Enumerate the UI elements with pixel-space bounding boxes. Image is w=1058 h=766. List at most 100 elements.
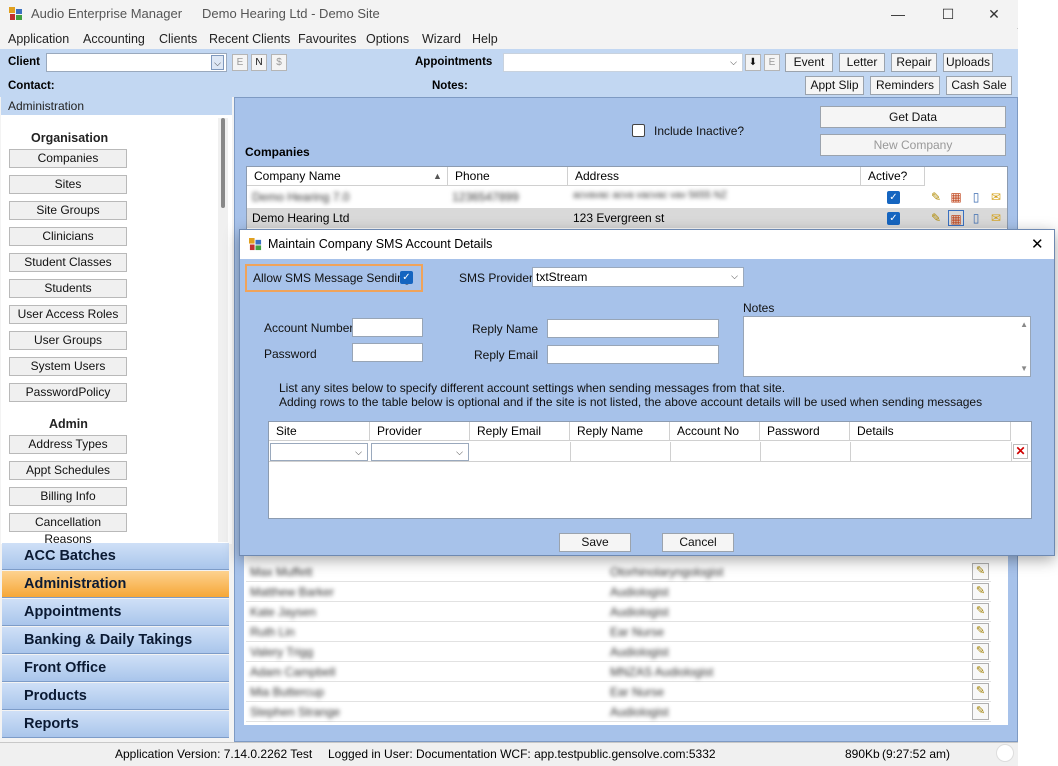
delete-row-icon[interactable]: ✕: [1013, 444, 1028, 459]
uploads-button[interactable]: Uploads: [943, 53, 993, 72]
appointments-select[interactable]: ⌵: [503, 53, 743, 72]
appointments-e-button[interactable]: E: [764, 54, 780, 71]
reminders-button[interactable]: Reminders: [870, 76, 940, 95]
table-row[interactable]: Demo Hearing 7.0 1236547899 acvavac acva…: [247, 187, 1007, 207]
menu-clients[interactable]: Clients: [159, 32, 197, 46]
menu-options[interactable]: Options: [366, 32, 409, 46]
phone-icon[interactable]: ▯: [968, 210, 984, 226]
table-row[interactable]: Demo Hearing Ltd 123 Evergreen st ✓: [247, 208, 1007, 228]
sidebar-item-student-classes[interactable]: Student Classes: [9, 253, 127, 272]
sidebar-item-user-groups[interactable]: User Groups: [9, 331, 127, 350]
col-details[interactable]: Details: [850, 422, 1011, 441]
minimize-button[interactable]: —: [888, 4, 908, 24]
edit-pencil-icon[interactable]: ✎: [972, 583, 989, 600]
calendar-icon[interactable]: ▦: [948, 189, 964, 205]
edit-pencil-icon[interactable]: ✎: [972, 643, 989, 660]
col-password[interactable]: Password: [760, 422, 850, 441]
col-company-name[interactable]: Company Name: [247, 167, 448, 186]
client-n-button[interactable]: N: [251, 54, 267, 71]
sidebar-item-sites[interactable]: Sites: [9, 175, 127, 194]
nav-appointments[interactable]: Appointments: [2, 599, 229, 626]
active-checkbox[interactable]: ✓: [887, 212, 900, 225]
envelope-icon[interactable]: ✉: [988, 189, 1004, 205]
nav-administration[interactable]: Administration: [2, 571, 229, 598]
sidebar-item-billing-info[interactable]: Billing Info: [9, 487, 127, 506]
account-number-field[interactable]: [352, 318, 423, 337]
sidebar-item-user-access-roles[interactable]: User Access Roles: [9, 305, 127, 324]
active-checkbox[interactable]: ✓: [887, 191, 900, 204]
table-row[interactable]: ⌵ ⌵ ✕: [269, 442, 1031, 462]
client-select[interactable]: ⌵: [46, 53, 227, 72]
include-inactive-checkbox[interactable]: [632, 124, 645, 137]
col-reply-email[interactable]: Reply Email: [470, 422, 570, 441]
list-item[interactable]: Matthew Barker Audiologist: [246, 582, 991, 602]
repair-button[interactable]: Repair: [891, 53, 937, 72]
calendar-icon[interactable]: ▦: [948, 210, 964, 226]
list-item[interactable]: Valery Trigg Audiologist: [246, 642, 991, 662]
sidebar-item-site-groups[interactable]: Site Groups: [9, 201, 127, 220]
phone-icon[interactable]: ▯: [968, 189, 984, 205]
sms-provider-select[interactable]: txtStream ⌵: [532, 267, 744, 287]
col-active[interactable]: Active?: [861, 167, 925, 186]
maximize-button[interactable]: ☐: [938, 4, 958, 24]
scrollbar-thumb[interactable]: [221, 118, 225, 208]
sidebar-item-cancellation-reasons[interactable]: Cancellation Reasons: [9, 513, 127, 546]
sidebar-item-password-policy[interactable]: PasswordPolicy: [9, 383, 127, 402]
edit-pencil-icon[interactable]: ✎: [972, 663, 989, 680]
cash-sale-button[interactable]: Cash Sale: [946, 76, 1012, 95]
menu-application[interactable]: Application: [8, 32, 69, 46]
provider-select[interactable]: ⌵: [371, 443, 469, 461]
allow-sms-checkbox[interactable]: ✓: [400, 271, 413, 284]
new-company-button[interactable]: New Company: [820, 134, 1006, 156]
sidebar-item-clinicians[interactable]: Clinicians: [9, 227, 127, 246]
edit-pencil-icon[interactable]: ✎: [972, 683, 989, 700]
edit-pencil-icon[interactable]: ✎: [928, 189, 944, 205]
sidebar-item-students[interactable]: Students: [9, 279, 127, 298]
reply-email-field[interactable]: [547, 345, 719, 364]
sidebar-item-address-types[interactable]: Address Types: [9, 435, 127, 454]
client-dollar-button[interactable]: $: [271, 54, 287, 71]
password-field[interactable]: [352, 343, 423, 362]
site-select[interactable]: ⌵: [270, 443, 368, 461]
client-e-button[interactable]: E: [232, 54, 248, 71]
menu-help[interactable]: Help: [472, 32, 498, 46]
col-site[interactable]: Site: [269, 422, 370, 441]
menu-accounting[interactable]: Accounting: [83, 32, 145, 46]
col-provider[interactable]: Provider: [370, 422, 470, 441]
menu-recent-clients[interactable]: Recent Clients: [209, 32, 290, 46]
nav-reports[interactable]: Reports: [2, 711, 229, 738]
list-item[interactable]: Stephen Strange Audiologist: [246, 702, 991, 722]
letter-button[interactable]: Letter: [839, 53, 885, 72]
edit-pencil-icon[interactable]: ✎: [972, 603, 989, 620]
edit-pencil-icon[interactable]: ✎: [972, 563, 989, 580]
dialog-close-icon[interactable]: ✕: [1031, 235, 1044, 253]
download-icon[interactable]: ⬇: [745, 54, 761, 71]
envelope-icon[interactable]: ✉: [988, 210, 1004, 226]
list-item[interactable]: Adam Campbell MNZAS Audiologist: [246, 662, 991, 682]
get-data-button[interactable]: Get Data: [820, 106, 1006, 128]
col-address[interactable]: Address: [568, 167, 861, 186]
nav-banking-daily-takings[interactable]: Banking & Daily Takings: [2, 627, 229, 654]
save-button[interactable]: Save: [559, 533, 631, 552]
menu-favourites[interactable]: Favourites: [298, 32, 356, 46]
menu-wizard[interactable]: Wizard: [422, 32, 461, 46]
event-button[interactable]: Event: [785, 53, 833, 72]
nav-acc-batches[interactable]: ACC Batches: [2, 543, 229, 570]
scroll-down-icon[interactable]: ▼: [1020, 364, 1028, 373]
sidebar-item-appt-schedules[interactable]: Appt Schedules: [9, 461, 127, 480]
edit-pencil-icon[interactable]: ✎: [972, 703, 989, 720]
nav-products[interactable]: Products: [2, 683, 229, 710]
col-account-no[interactable]: Account No: [670, 422, 760, 441]
col-phone[interactable]: Phone: [448, 167, 568, 186]
nav-front-office[interactable]: Front Office: [2, 655, 229, 682]
sidebar-item-companies[interactable]: Companies: [9, 149, 127, 168]
sidebar-scrollbar[interactable]: [218, 118, 228, 542]
scroll-up-icon[interactable]: ▲: [1020, 320, 1028, 329]
sidebar-item-system-users[interactable]: System Users: [9, 357, 127, 376]
notes-textarea[interactable]: ▲ ▼: [743, 316, 1031, 377]
col-reply-name[interactable]: Reply Name: [570, 422, 670, 441]
edit-pencil-icon[interactable]: ✎: [972, 623, 989, 640]
reply-name-field[interactable]: [547, 319, 719, 338]
appt-slip-button[interactable]: Appt Slip: [805, 76, 864, 95]
list-item[interactable]: Max Muffett Otorhinolaryngologist: [246, 562, 991, 582]
